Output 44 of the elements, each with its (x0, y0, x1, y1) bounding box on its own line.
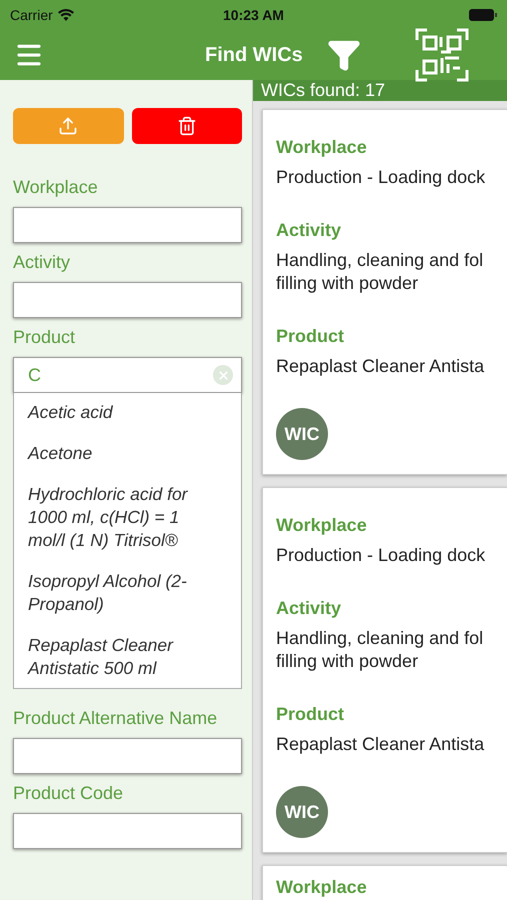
trash-icon (176, 116, 197, 136)
filter-icon[interactable] (327, 38, 361, 72)
card-field-label: Activity (276, 597, 342, 619)
suggestion-item[interactable]: Hydrochloric acid for 1000 ml, c(HCl) = 1 mol/l (1 N) Titrisol® (28, 483, 207, 552)
carrier-label: Carrier (10, 7, 74, 23)
field-label: Product Code (13, 782, 124, 804)
upload-icon (58, 116, 78, 136)
card-field-label: Product (276, 325, 346, 347)
wic-badge[interactable]: WIC (276, 786, 328, 838)
suggestion-item[interactable]: Isopropyl Alcohol (2-Propanol) (28, 570, 207, 616)
upload-button[interactable] (13, 108, 124, 144)
screen-title: Find WICs (205, 44, 303, 66)
suggestion-item[interactable]: Repaplast Cleaner Antistatic 500 ml (28, 634, 207, 680)
card-field-value: Handling, cleaning and fol filling with powder (276, 627, 484, 673)
input-field[interactable] (13, 207, 242, 243)
input-field[interactable] (13, 813, 242, 849)
field-label: Product Alternative Name (13, 707, 218, 729)
input-field[interactable] (13, 738, 242, 774)
card-field-label: Activity (276, 219, 342, 241)
card-field-value: Production - Loading dock (276, 544, 486, 567)
field-label: Activity (13, 251, 72, 273)
card-field-value: Production - Loading dock (276, 166, 486, 189)
card-field-label: Workplace (276, 876, 368, 898)
field-label: Product (13, 326, 76, 348)
qr-code-icon[interactable] (415, 28, 469, 82)
wic-badge[interactable]: WIC (276, 408, 328, 460)
card-field-value: Handling, cleaning and fol filling with powder (276, 249, 484, 295)
input-field[interactable] (13, 282, 242, 318)
card-field-value: Repaplast Cleaner Antista (276, 733, 486, 756)
result-card[interactable]: Workplace Production - Loading dock Activity Handling, cleaning and fol filling with powder Product Repaplast Cleaner Antista WIC (262, 109, 507, 475)
field-value: C (27, 364, 42, 386)
wifi-icon (58, 9, 74, 21)
card-field-label: Workplace (276, 514, 368, 536)
results-count: WICs found: 17 (253, 80, 507, 101)
delete-button[interactable] (132, 108, 242, 144)
battery-icon (469, 9, 497, 21)
field-label: Workplace (13, 176, 99, 198)
suggestion-item[interactable]: Acetone (28, 442, 207, 465)
card-field-label: Product (276, 703, 346, 725)
result-card[interactable]: Workplace Production - Loading dock Activity Handling, cleaning and fol filling with powder Product Repaplast Cleaner Antista WIC (262, 487, 507, 853)
card-field-value: Repaplast Cleaner Antista (276, 355, 486, 378)
suggestion-item[interactable]: Acetic acid (28, 401, 207, 424)
card-field-label: Workplace (276, 136, 368, 158)
clock: 10:23 AM (223, 7, 284, 23)
